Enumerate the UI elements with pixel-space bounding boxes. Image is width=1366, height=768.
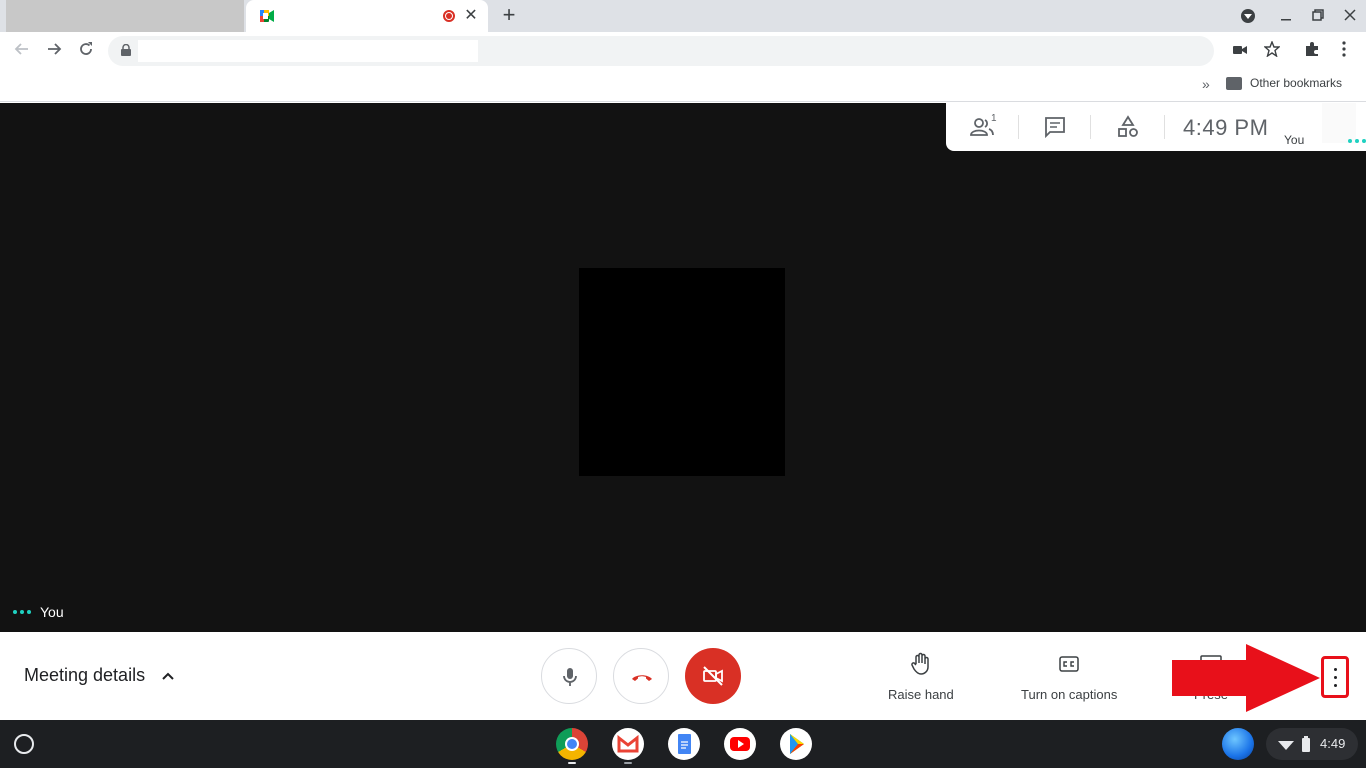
chevron-up-icon[interactable]: [160, 668, 176, 684]
tab-search-icon[interactable]: [1238, 6, 1258, 26]
self-thumbnail-name: You: [1284, 133, 1305, 147]
bookmarks-bar: » Other bookmarks: [0, 70, 1366, 102]
wifi-icon: [1278, 741, 1294, 750]
minimize-button[interactable]: [1276, 6, 1296, 26]
meeting-controls-bar: Meeting details Raise hand Turn on capti…: [0, 632, 1366, 720]
minimize-icon: [1281, 19, 1291, 21]
tab-active-meet[interactable]: ✕: [246, 0, 488, 34]
battery-icon: [1302, 736, 1310, 752]
restore-icon: [1312, 9, 1324, 21]
gmail-app-icon[interactable]: [612, 728, 644, 760]
tab-strip: ✕ +: [0, 0, 1366, 34]
participants-count: 1: [991, 113, 997, 124]
speaking-indicator-icon: [13, 610, 31, 614]
reload-icon: [80, 42, 92, 55]
meeting-stage: You: [0, 103, 1366, 632]
kebab-menu-icon: [1342, 41, 1346, 57]
divider: [1018, 115, 1019, 139]
google-meet-icon: [260, 10, 274, 22]
captions-label: Turn on captions: [1021, 687, 1118, 702]
lock-icon: [121, 44, 131, 56]
tab-close-icon[interactable]: ✕: [464, 6, 478, 26]
self-video-tile: [579, 268, 785, 476]
restore-button[interactable]: [1308, 6, 1328, 26]
arrow-left-icon: [14, 43, 28, 55]
forward-button[interactable]: [44, 41, 64, 61]
launcher-button[interactable]: [14, 734, 34, 754]
divider: [1090, 115, 1091, 139]
running-indicator: [624, 762, 632, 764]
microphone-icon: [563, 668, 577, 686]
more-options-button[interactable]: [1321, 656, 1349, 698]
camera-toggle-button[interactable]: [685, 648, 741, 704]
puzzle-icon: [1306, 42, 1318, 56]
kebab-menu-icon: [1334, 668, 1337, 671]
play-store-icon: [790, 734, 804, 754]
self-thumbnail: [1322, 103, 1356, 143]
recording-indicator-icon: [443, 10, 455, 22]
new-tab-button[interactable]: +: [498, 4, 520, 26]
camera-off-icon: [703, 666, 723, 686]
youtube-app-icon[interactable]: [724, 728, 756, 760]
browser-toolbar: [0, 32, 1366, 70]
back-button[interactable]: [12, 41, 32, 61]
speaking-indicator-icon: [1348, 139, 1366, 143]
close-icon: [1344, 9, 1356, 21]
system-clock: 4:49: [1320, 736, 1346, 751]
captions-button[interactable]: Turn on captions: [1021, 652, 1117, 702]
folder-icon: [1226, 77, 1242, 90]
hand-icon: [911, 652, 929, 675]
star-icon: [1263, 40, 1281, 58]
gmail-icon: [617, 734, 639, 753]
kebab-menu-icon: [1334, 676, 1337, 679]
video-camera-icon: [1233, 46, 1247, 54]
activities-button[interactable]: [1116, 115, 1140, 139]
bookmarks-overflow-button[interactable]: »: [1202, 76, 1210, 92]
closed-captions-icon: [1059, 656, 1079, 672]
status-tray[interactable]: 4:49: [1266, 728, 1358, 760]
docs-icon: [678, 734, 691, 754]
chrome-app-icon[interactable]: [556, 728, 588, 760]
youtube-icon: [730, 737, 750, 751]
meeting-clock: 4:49 PM: [1183, 115, 1269, 140]
hang-up-icon: [632, 675, 652, 681]
tab-inactive[interactable]: [6, 0, 244, 32]
url-input[interactable]: [138, 40, 478, 62]
participants-button[interactable]: 1: [970, 113, 1000, 141]
browser-menu-button[interactable]: [1334, 41, 1354, 61]
docs-app-icon[interactable]: [668, 728, 700, 760]
chat-icon: [1045, 117, 1065, 139]
arrow-right-icon: [48, 43, 62, 55]
microphone-button[interactable]: [541, 648, 597, 704]
kebab-menu-icon: [1334, 684, 1337, 687]
chat-button[interactable]: [1043, 115, 1067, 139]
address-bar[interactable]: [108, 36, 1214, 66]
camera-in-use-icon[interactable]: [1230, 41, 1250, 61]
bookmark-star-button[interactable]: [1262, 40, 1282, 61]
reload-button[interactable]: [76, 41, 96, 61]
divider: [1164, 115, 1165, 139]
shapes-icon: [1118, 115, 1138, 137]
meeting-details-button[interactable]: Meeting details: [24, 665, 145, 686]
annotation-arrow-icon: [1172, 644, 1320, 712]
running-indicator: [568, 762, 576, 764]
raise-hand-button[interactable]: Raise hand: [888, 652, 954, 702]
user-avatar[interactable]: [1222, 728, 1254, 760]
close-window-button[interactable]: [1340, 6, 1360, 26]
extensions-button[interactable]: [1302, 41, 1322, 61]
self-tile-name: You: [40, 604, 64, 620]
meeting-info-panel: 1 4:49 PM You: [946, 103, 1366, 151]
raise-hand-label: Raise hand: [888, 687, 954, 702]
other-bookmarks-link[interactable]: Other bookmarks: [1250, 76, 1342, 90]
play-store-app-icon[interactable]: [780, 728, 812, 760]
os-shelf: 4:49: [0, 720, 1366, 768]
leave-call-button[interactable]: [613, 648, 669, 704]
